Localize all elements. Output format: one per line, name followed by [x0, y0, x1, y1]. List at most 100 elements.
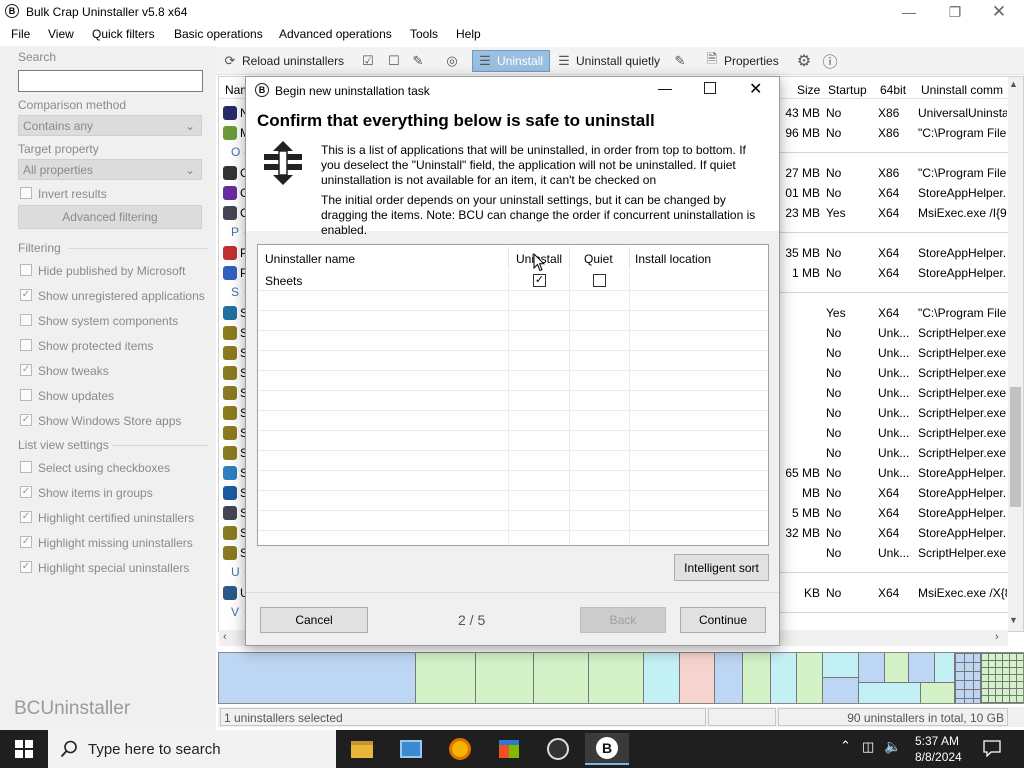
group-header[interactable]: S [231, 285, 239, 299]
filter-checkbox[interactable] [20, 389, 32, 401]
comparison-method-dropdown[interactable]: Contains any ⌄ [18, 115, 202, 136]
menu-advanced-operations[interactable]: Advanced operations [279, 27, 392, 41]
treemap-block[interactable] [644, 653, 680, 703]
treemap-block[interactable] [219, 653, 416, 703]
taskbar-app-yellow[interactable] [438, 733, 482, 765]
filter-checkbox[interactable]: ✓ [20, 364, 32, 376]
taskbar-obs[interactable] [536, 733, 580, 765]
taskbar-bcu[interactable]: B [585, 733, 629, 765]
list-view-checkbox[interactable]: ✓ [20, 486, 32, 498]
column-header-uninstall-command[interactable]: Uninstall comm [921, 83, 1003, 97]
taskbar-store[interactable] [487, 733, 531, 765]
grid-header-quiet[interactable]: Quiet [584, 252, 613, 266]
menu-help[interactable]: Help [456, 27, 481, 41]
list-view-checkbox[interactable]: ✓ [20, 561, 32, 573]
grid-header-location[interactable]: Install location [635, 252, 711, 266]
treemap-block[interactable] [476, 653, 534, 703]
scroll-up-icon[interactable]: ▲ [1009, 79, 1018, 89]
clock-date[interactable]: 8/8/2024 [915, 750, 962, 764]
filter-checkbox[interactable]: ✓ [20, 414, 32, 426]
group-header[interactable]: U [231, 565, 240, 579]
scrollbar-thumb[interactable] [1010, 387, 1021, 507]
treemap-block[interactable] [955, 653, 981, 703]
grid-header-name[interactable]: Uninstaller name [265, 252, 355, 266]
intelligent-sort-button[interactable]: Intelligent sort [674, 554, 769, 581]
treemap-block[interactable] [981, 653, 1023, 703]
uninstall-button[interactable]: ☰ Uninstall [472, 50, 550, 72]
dialog-maximize-icon[interactable] [704, 82, 716, 94]
treemap-block[interactable] [797, 653, 823, 703]
uncheck-all-button[interactable]: ☐ [386, 50, 402, 72]
taskbar-file-explorer[interactable] [340, 733, 384, 765]
treemap-block[interactable] [823, 678, 859, 703]
windows-start-icon[interactable] [15, 740, 33, 758]
list-vertical-scrollbar[interactable]: ▲ ▼ [1008, 77, 1023, 631]
treemap-block[interactable] [589, 653, 644, 703]
treemap-block[interactable] [885, 653, 909, 683]
check-all-button[interactable]: ☑ [360, 50, 376, 72]
back-button[interactable]: Back [580, 607, 666, 633]
treemap-block[interactable] [823, 653, 859, 678]
list-view-checkbox[interactable]: ✓ [20, 536, 32, 548]
filter-checkbox[interactable] [20, 314, 32, 326]
list-view-checkbox[interactable] [20, 461, 32, 473]
invert-check-button[interactable]: ✎ [410, 50, 426, 72]
scroll-right-icon[interactable]: › [995, 631, 999, 643]
size-treemap[interactable] [218, 652, 1024, 704]
notifications-icon[interactable] [983, 740, 1001, 757]
scroll-down-icon[interactable]: ▼ [1009, 615, 1018, 625]
properties-button[interactable]: 🗎 Properties [704, 50, 779, 72]
treemap-block[interactable] [715, 653, 743, 703]
menu-basic-operations[interactable]: Basic operations [174, 27, 263, 41]
menu-file[interactable]: File [11, 27, 30, 41]
uninstall-quietly-button[interactable]: ☰ Uninstall quietly [556, 50, 660, 72]
invert-results-checkbox[interactable] [20, 187, 32, 199]
column-header-size[interactable]: Size [797, 83, 820, 97]
taskbar-control-panel[interactable] [389, 733, 433, 765]
treemap-block[interactable] [416, 653, 476, 703]
reload-uninstallers-button[interactable]: ⟳ Reload uninstallers [222, 50, 345, 72]
filter-checkbox[interactable] [20, 339, 32, 351]
filter-checkbox[interactable]: ✓ [20, 289, 32, 301]
treemap-block[interactable] [921, 683, 955, 703]
treemap-block[interactable] [935, 653, 955, 683]
group-header[interactable]: V [231, 605, 239, 619]
group-header[interactable]: P [231, 225, 239, 239]
menu-tools[interactable]: Tools [410, 27, 438, 41]
dialog-close-icon[interactable]: ✕ [749, 79, 762, 99]
clock-time[interactable]: 5:37 AM [915, 734, 959, 748]
menu-view[interactable]: View [48, 27, 74, 41]
continue-button[interactable]: Continue [680, 607, 766, 633]
cancel-button[interactable]: Cancel [260, 607, 368, 633]
edit-button[interactable]: ✎ [672, 50, 688, 72]
treemap-block[interactable] [771, 653, 797, 703]
close-icon[interactable]: ✕ [976, 2, 1022, 22]
column-header-startup[interactable]: Startup [828, 83, 867, 97]
uninstall-checkbox[interactable]: ✓ [533, 274, 546, 287]
info-button[interactable]: ⓘ [822, 50, 838, 72]
list-view-checkbox[interactable]: ✓ [20, 511, 32, 523]
treemap-block[interactable] [859, 683, 921, 703]
grid-row[interactable]: Sheets ✓ [258, 271, 768, 291]
treemap-block[interactable] [909, 653, 935, 683]
column-header-64bit[interactable]: 64bit [880, 83, 906, 97]
filter-checkbox[interactable] [20, 264, 32, 276]
uninstall-order-grid[interactable]: Uninstaller name Uninstall Quiet Install… [257, 244, 769, 546]
tray-chevron-up-icon[interactable]: ⌃ [840, 738, 851, 754]
scroll-left-icon[interactable]: ‹ [223, 631, 227, 643]
target-button[interactable]: ◎ [444, 50, 460, 72]
search-input[interactable] [18, 70, 203, 92]
volume-muted-icon[interactable]: 🔈 [884, 738, 901, 755]
quiet-checkbox[interactable] [593, 274, 606, 287]
group-header[interactable]: O [231, 145, 240, 159]
treemap-block[interactable] [534, 653, 589, 703]
settings-button[interactable]: ⚙ [796, 50, 812, 72]
network-icon[interactable]: ◫ [862, 739, 874, 755]
treemap-block[interactable] [859, 653, 885, 683]
taskbar-search-box[interactable]: Type here to search [48, 730, 336, 768]
minimize-icon[interactable]: — [886, 2, 932, 22]
menu-quick-filters[interactable]: Quick filters [92, 27, 155, 41]
treemap-block[interactable] [680, 653, 715, 703]
dialog-minimize-icon[interactable]: — [658, 80, 672, 96]
restore-icon[interactable]: ❐ [932, 2, 978, 22]
